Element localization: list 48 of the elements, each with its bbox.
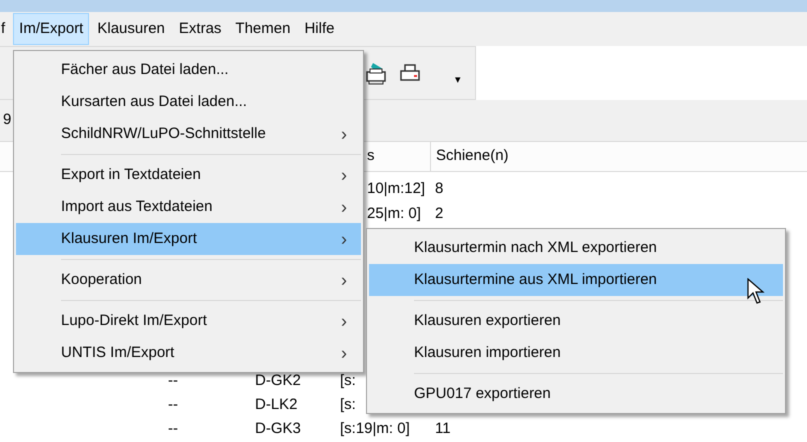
menu-item[interactable]: SchildNRW/LuPO-Schnittstelle › [16, 118, 361, 150]
table-cell-text: -- [168, 419, 178, 439]
filter-text: 9 [3, 110, 12, 130]
table-cell-text: -- [168, 395, 178, 415]
menu-item[interactable]: Import aus Textdateien › [16, 191, 361, 223]
menu-item[interactable]: Lupo-Direkt Im/Export › [16, 305, 361, 337]
table-cell-text: 25|m: 0] [367, 204, 421, 224]
menu-bar-item[interactable]: Themen [229, 13, 296, 45]
menu-bar-item[interactable]: Klausuren [91, 13, 171, 45]
table-cell-text: D-GK3 [255, 419, 301, 439]
table-cell-text: 11 [435, 419, 451, 439]
table-cell-text: [s: [340, 395, 356, 415]
menu-item[interactable]: GPU017 exportieren [369, 378, 783, 410]
menu-bar-item[interactable]: Im/Export [13, 13, 90, 45]
menu-item[interactable]: Klausuren Im/Export › [16, 223, 361, 255]
menu-bar-item[interactable]: Hilfe [298, 13, 340, 45]
submenu-arrow-icon: › [341, 308, 347, 334]
column-header[interactable]: Schiene(n) [430, 142, 509, 172]
submenu-arrow-icon: › [341, 340, 347, 366]
table-cell-text: [s:19|m: 0] [340, 419, 410, 439]
menu-item[interactable]: UNTIS Im/Export › [16, 337, 361, 369]
table-cell-text: 8 [435, 179, 444, 199]
menu-item[interactable]: Klausurtermin nach XML exportieren [369, 232, 783, 264]
table-cell-text: [s: [340, 371, 356, 391]
mouse-pointer-icon [747, 278, 766, 305]
submenu-arrow-icon: › [341, 194, 347, 220]
menu-item[interactable]: Klausuren exportieren [369, 305, 783, 337]
menu-item[interactable]: Export in Textdateien › [16, 159, 361, 191]
menu-item[interactable]: Kooperation › [16, 264, 361, 296]
printer-icon[interactable] [399, 63, 421, 83]
table-cell-text: 2 [435, 204, 444, 224]
submenu-arrow-icon: › [341, 266, 347, 294]
menu-item[interactable]: Fächer aus Datei laden... [16, 54, 361, 86]
submenu-arrow-icon: › [341, 226, 347, 252]
table-cell-text: D-GK2 [255, 371, 301, 391]
menu-item[interactable]: Klausurtermine aus XML importieren [369, 264, 783, 296]
dropdown-arrow[interactable]: ▾ [455, 72, 461, 88]
menu-bar-item[interactable]: Extras [172, 13, 228, 45]
menu-item[interactable]: Klausuren importieren [369, 337, 783, 369]
table-cell-text: -- [168, 371, 178, 391]
column-header[interactable]: s [367, 145, 427, 168]
submenu-arrow-icon: › [341, 162, 347, 188]
submenu-arrow-icon: › [341, 120, 347, 148]
table-cell-text: D-LK2 [255, 395, 298, 415]
table-cell-text: 10|m:12] [367, 179, 426, 199]
printer-setup-icon[interactable] [365, 61, 387, 85]
menu-item[interactable]: Kursarten aus Datei laden... [16, 86, 361, 118]
menu-bar-item[interactable]: f [0, 13, 12, 45]
